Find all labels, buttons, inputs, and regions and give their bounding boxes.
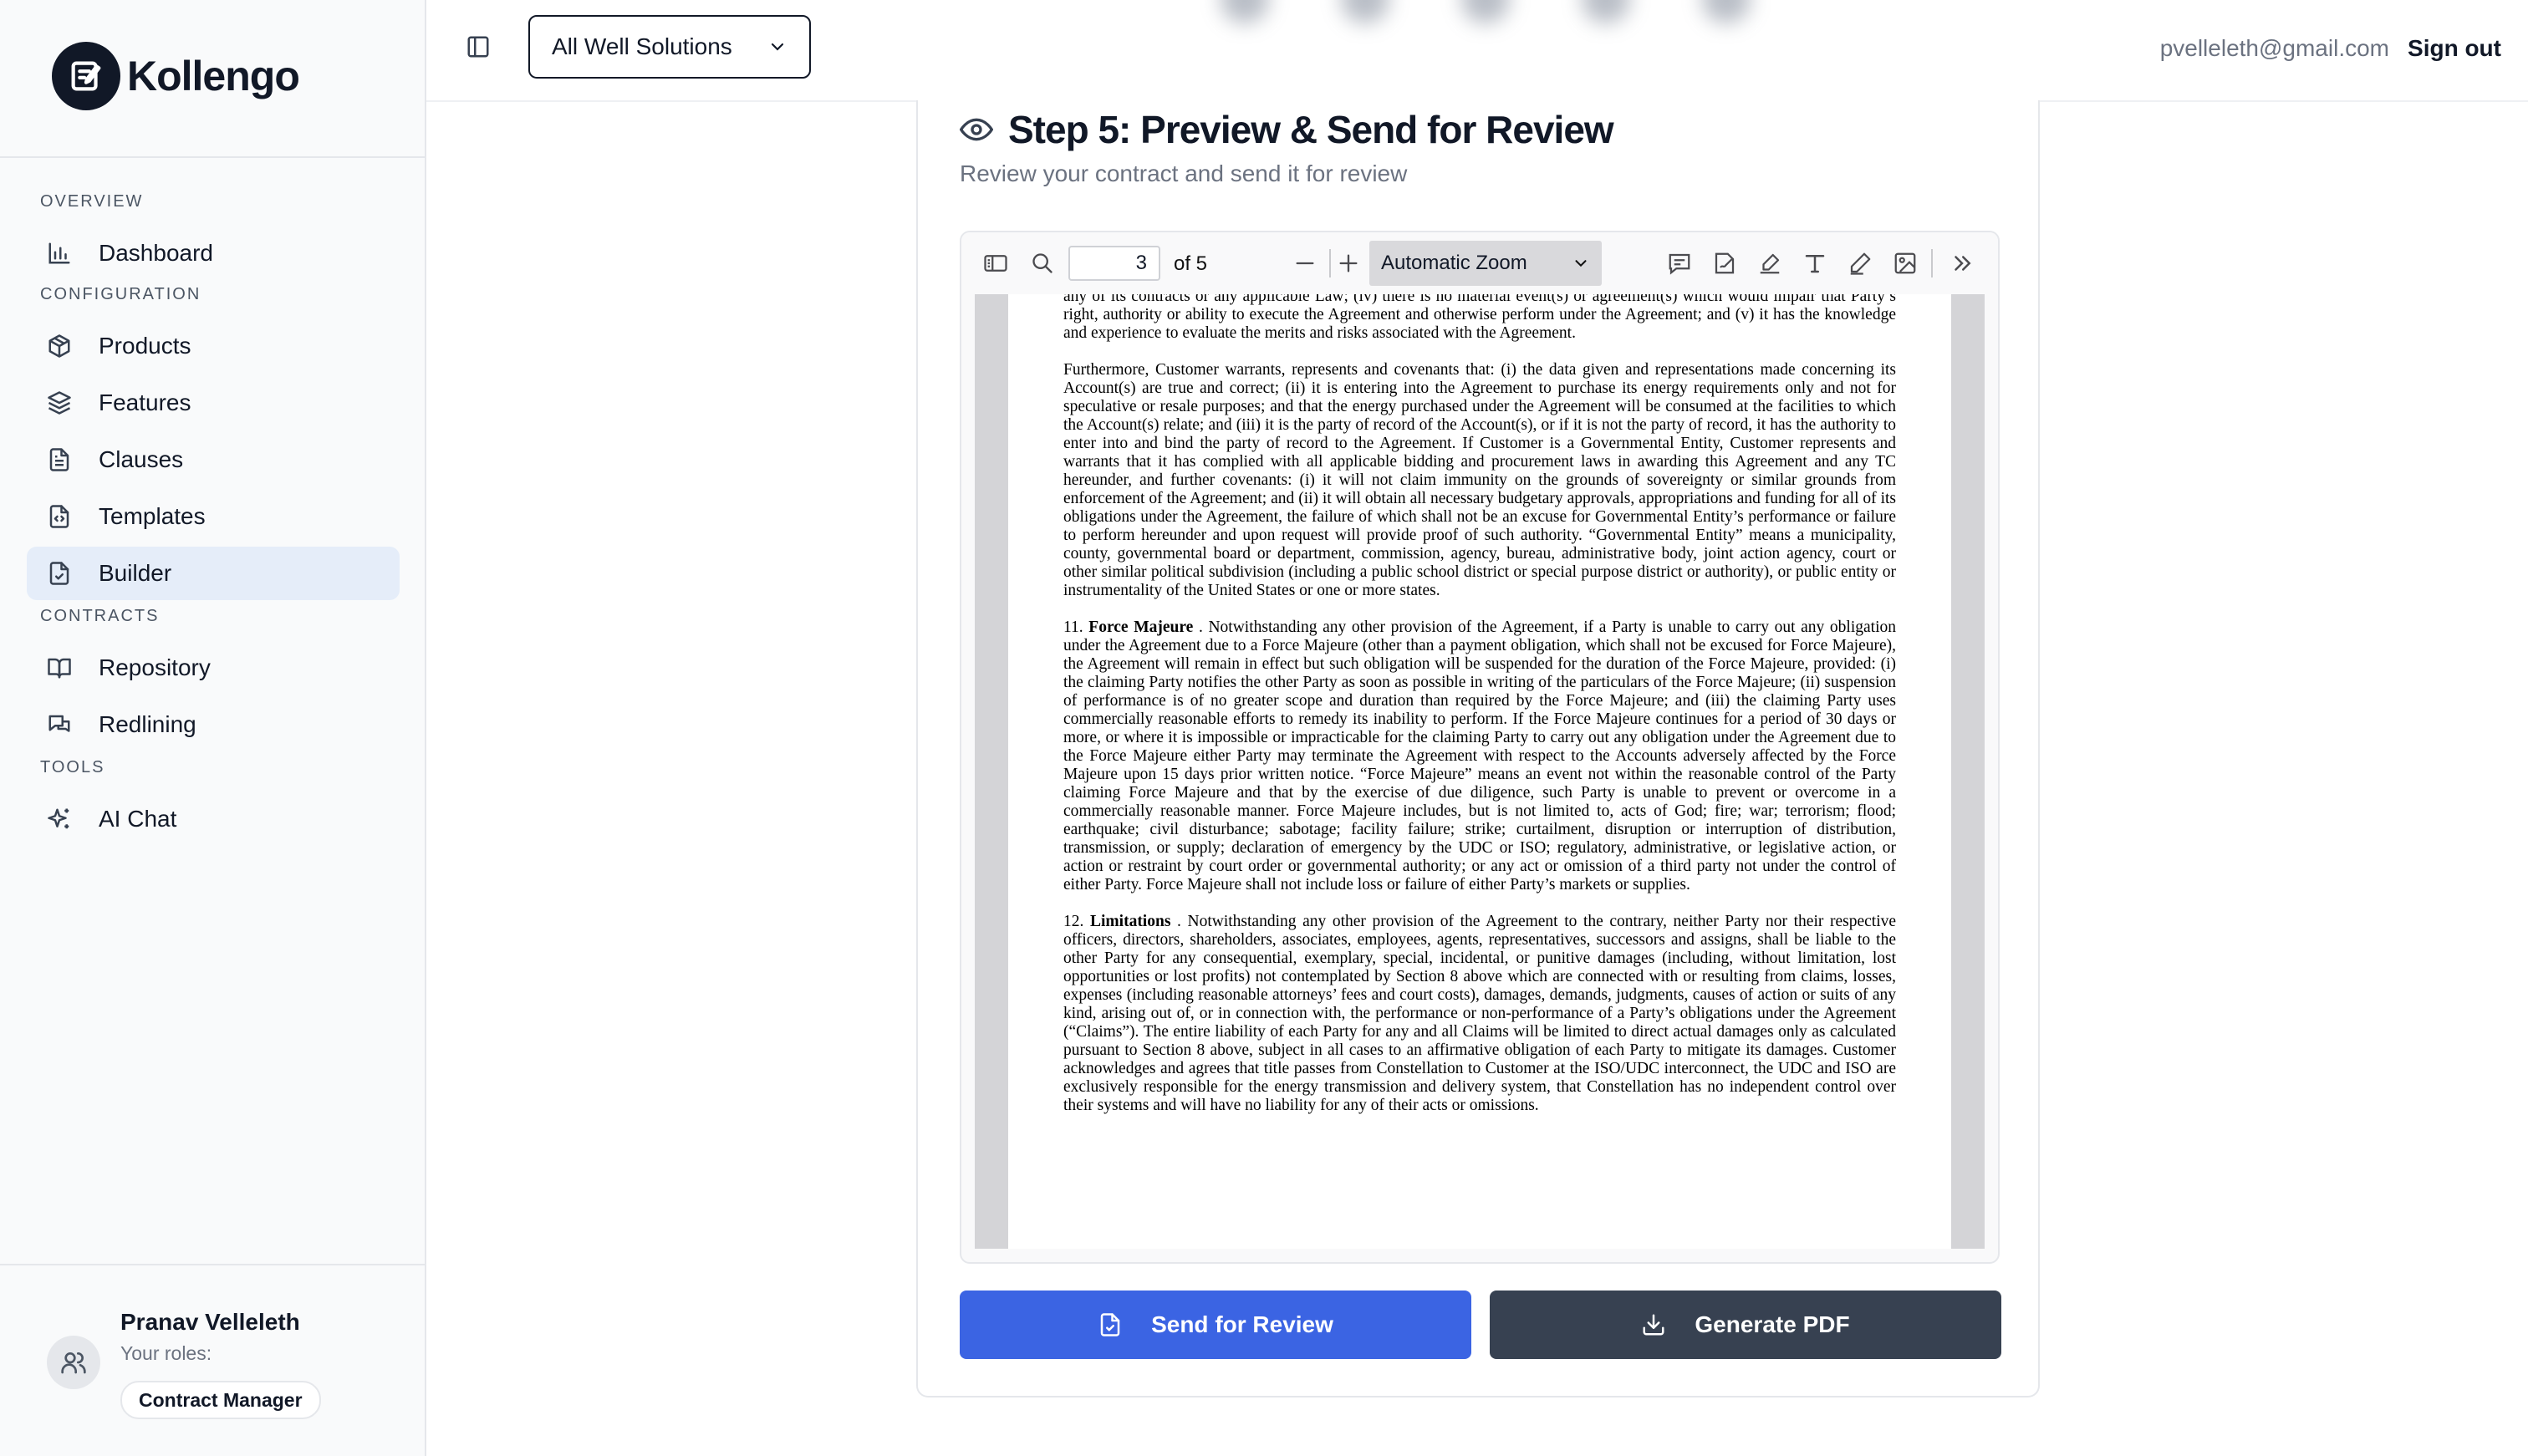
chat-bubbles-icon <box>45 710 74 739</box>
sidebar: Kollengo OVERVIEW Dashboard CONFIGURATIO… <box>0 0 426 1456</box>
comment-icon[interactable] <box>1665 249 1694 277</box>
text-icon[interactable] <box>1801 249 1829 277</box>
generate-button-label: Generate PDF <box>1695 1311 1850 1337</box>
sidebar-item-label: Redlining <box>99 711 196 737</box>
chevron-down-icon <box>767 37 787 57</box>
user-name: Pranav Velleleth <box>120 1309 300 1335</box>
section-number: 11. <box>1063 619 1083 636</box>
avatar[interactable] <box>47 1336 100 1389</box>
page-count: of 5 <box>1174 252 1208 275</box>
sidebar-item-label: Templates <box>99 503 206 529</box>
eye-icon <box>960 113 993 146</box>
box-icon <box>45 332 74 360</box>
send-for-review-button[interactable]: Send for Review <box>960 1291 1471 1359</box>
page-title: Step 5: Preview & Send for Review <box>1008 108 1614 151</box>
sidebar-item-label: AI Chat <box>99 806 177 832</box>
blurred-header-decoration <box>1221 0 1751 23</box>
toolbar-divider <box>1931 249 1933 277</box>
sidebar-item-label: Dashboard <box>99 240 213 266</box>
section-text: . Notwithstanding any other provision of… <box>1063 913 1897 1114</box>
image-icon[interactable] <box>1891 249 1919 277</box>
preview-card: Step 5: Preview & Send for Review Review… <box>916 100 2040 1397</box>
section-text: . Notwithstanding any other provision of… <box>1063 619 1896 893</box>
file-check-icon <box>1098 1312 1123 1337</box>
sidebar-item-clauses[interactable]: Clauses <box>27 433 400 486</box>
sidebar-item-builder[interactable]: Builder <box>27 547 400 600</box>
pdf-canvas[interactable]: any of its contracts or any applicable L… <box>975 294 1985 1249</box>
sidebar-item-dashboard[interactable]: Dashboard <box>27 227 400 280</box>
sign-out-button[interactable]: Sign out <box>2408 35 2501 62</box>
file-code-icon <box>45 502 74 531</box>
page-number-input[interactable]: 3 <box>1068 246 1160 281</box>
section-configuration: CONFIGURATION <box>40 285 201 303</box>
sparkles-icon <box>45 805 74 833</box>
logo-icon <box>52 42 120 110</box>
toolbar-divider <box>1329 249 1331 277</box>
top-bar: All Well Solutions pvelleleth@gmail.com … <box>426 0 2528 102</box>
pdf-page: any of its contracts or any applicable L… <box>1008 294 1951 1249</box>
section-contracts: CONTRACTS <box>40 607 160 625</box>
role-badge: Contract Manager <box>120 1381 321 1419</box>
file-check-icon <box>45 559 74 588</box>
sidebar-item-ai-chat[interactable]: AI Chat <box>27 792 400 846</box>
signature-icon[interactable] <box>1710 249 1739 277</box>
step-header: Step 5: Preview & Send for Review <box>960 107 1614 152</box>
pdf-paragraph: any of its contracts or any applicable L… <box>1063 294 1896 342</box>
pdf-section-force-majeure: 11. Force Majeure . Notwithstanding any … <box>1063 619 1896 894</box>
section-number: 12. <box>1063 913 1084 930</box>
roles-label: Your roles: <box>120 1342 212 1364</box>
section-tools: TOOLS <box>40 758 105 776</box>
page-subtitle: Review your contract and send it for rev… <box>960 160 1408 186</box>
double-chevron-right-icon[interactable] <box>1948 249 1976 277</box>
zoom-out-icon[interactable] <box>1291 249 1319 277</box>
sidebar-item-label: Products <box>99 333 191 359</box>
pdf-section-limitations: 12. Limitations . Notwithstanding any ot… <box>1063 913 1896 1115</box>
chevron-down-icon <box>1572 254 1590 272</box>
brand-name: Kollengo <box>127 53 300 99</box>
search-icon[interactable] <box>1028 249 1057 277</box>
sidebar-toggle-pdf-icon[interactable] <box>981 249 1010 277</box>
sidebar-item-features[interactable]: Features <box>27 376 400 430</box>
book-open-icon <box>45 654 74 682</box>
zoom-in-icon[interactable] <box>1334 249 1363 277</box>
sidebar-toggle-icon[interactable] <box>463 32 493 62</box>
workspace-select[interactable]: All Well Solutions <box>528 15 811 79</box>
sidebar-item-label: Features <box>99 389 191 415</box>
pdf-paragraph: Furthermore, Customer warrants, represen… <box>1063 361 1896 599</box>
sidebar-item-repository[interactable]: Repository <box>27 641 400 695</box>
section-heading: Force Majeure <box>1088 619 1194 636</box>
sidebar-item-label: Clauses <box>99 446 184 472</box>
pdf-toolbar: 3 of 5 Automatic Zoom <box>961 232 1998 294</box>
section-heading: Limitations <box>1089 913 1171 930</box>
draw-icon[interactable] <box>1846 249 1874 277</box>
user-email: pvelleleth@gmail.com <box>2159 35 2389 61</box>
layers-icon <box>45 389 74 417</box>
sidebar-nav: OVERVIEW Dashboard CONFIGURATION Product… <box>27 192 400 849</box>
brand-logo[interactable]: Kollengo <box>52 42 300 110</box>
generate-pdf-button[interactable]: Generate PDF <box>1490 1291 2001 1359</box>
section-overview: OVERVIEW <box>40 192 144 211</box>
sidebar-item-label: Repository <box>99 654 211 680</box>
workspace-label: All Well Solutions <box>552 33 732 59</box>
sidebar-item-label: Builder <box>99 560 172 586</box>
download-icon <box>1641 1312 1666 1337</box>
send-button-label: Send for Review <box>1151 1311 1333 1337</box>
user-panel: Pranav Velleleth Your roles: Contract Ma… <box>0 1264 425 1456</box>
pdf-viewer: 3 of 5 Automatic Zoom any of its contrac… <box>960 231 2000 1264</box>
highlight-icon[interactable] <box>1756 249 1784 277</box>
zoom-select[interactable]: Automatic Zoom <box>1369 241 1602 286</box>
sidebar-item-templates[interactable]: Templates <box>27 490 400 543</box>
zoom-label: Automatic Zoom <box>1381 252 1527 274</box>
bar-chart-icon <box>45 239 74 267</box>
sidebar-divider <box>0 156 425 158</box>
document-icon <box>45 445 74 474</box>
sidebar-item-redlining[interactable]: Redlining <box>27 698 400 751</box>
sidebar-item-products[interactable]: Products <box>27 319 400 373</box>
